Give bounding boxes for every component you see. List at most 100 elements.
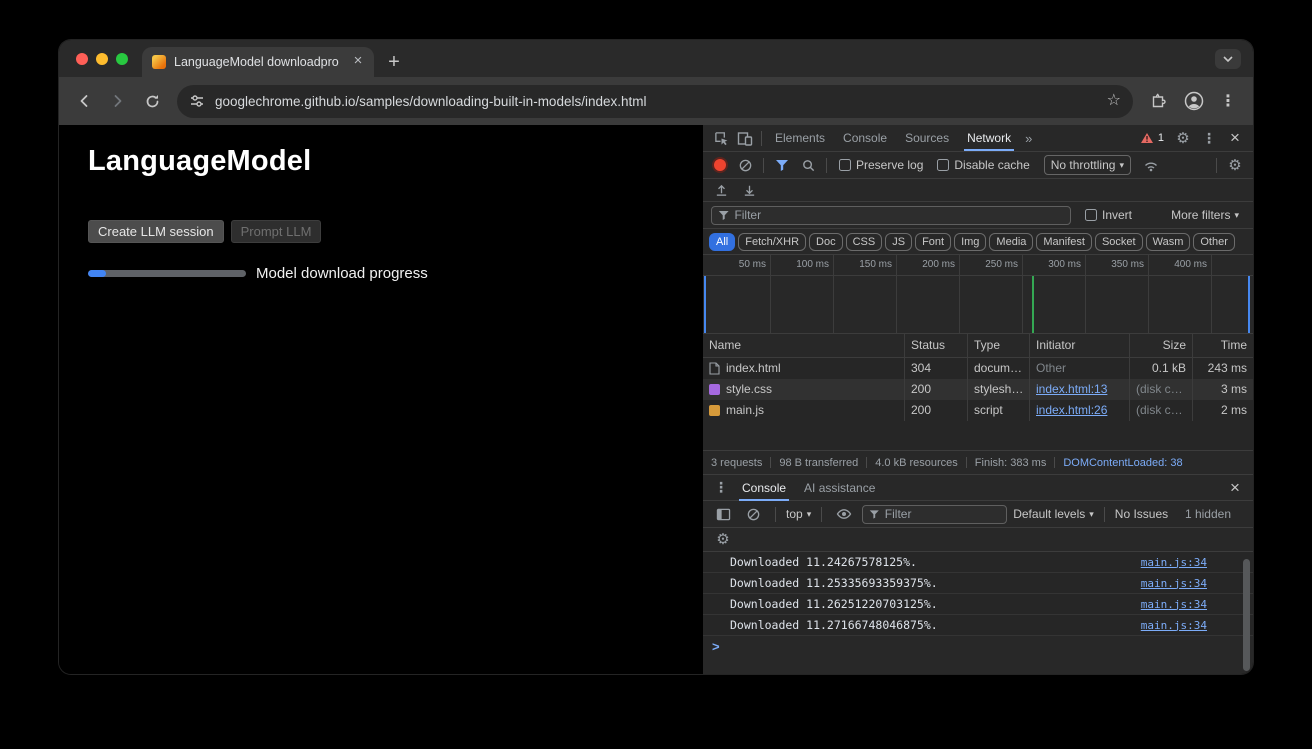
browser-window: LanguageModel downloadpro × + googlechro…: [59, 40, 1253, 674]
hidden-messages-label[interactable]: 1 hidden: [1185, 507, 1231, 521]
network-conditions-button[interactable]: [1139, 154, 1163, 176]
preserve-log-checkbox[interactable]: Preserve log: [839, 158, 923, 172]
column-size[interactable]: Size: [1130, 334, 1193, 357]
source-link[interactable]: main.js:34: [1141, 598, 1207, 611]
chip-font[interactable]: Font: [915, 233, 951, 251]
chip-img[interactable]: Img: [954, 233, 986, 251]
live-expression-button[interactable]: [832, 503, 856, 525]
chip-css[interactable]: CSS: [846, 233, 883, 251]
network-overview-timeline[interactable]: 50 ms 100 ms 150 ms 200 ms 250 ms 300 ms…: [703, 255, 1253, 334]
request-type: stylesh…: [968, 379, 1030, 400]
kebab-menu-icon: ⋮: [714, 479, 728, 496]
create-llm-session-button[interactable]: Create LLM session: [88, 220, 224, 243]
table-row[interactable]: main.js 200 script index.html:26 (disk c…: [703, 400, 1253, 421]
column-status[interactable]: Status: [905, 334, 968, 357]
url-text[interactable]: googlechrome.github.io/samples/downloadi…: [215, 94, 1097, 109]
network-settings-button[interactable]: ⚙: [1223, 154, 1247, 176]
issues-counter[interactable]: No Issues: [1115, 507, 1168, 521]
network-filter-box[interactable]: [711, 206, 1071, 225]
devtools-settings-button[interactable]: ⚙: [1171, 127, 1195, 149]
initiator-link[interactable]: index.html:26: [1036, 403, 1107, 417]
console-prompt[interactable]: >: [703, 636, 1253, 656]
chip-media[interactable]: Media: [989, 233, 1033, 251]
error-badge[interactable]: 1: [1135, 132, 1169, 144]
tab-elements[interactable]: Elements: [766, 125, 834, 151]
invert-checkbox[interactable]: Invert: [1085, 208, 1132, 222]
more-filters-dropdown[interactable]: More filters ▾: [1171, 208, 1239, 222]
inspect-element-button[interactable]: [709, 127, 733, 149]
network-filter-input[interactable]: [734, 208, 1064, 222]
filter-toggle-button[interactable]: [770, 154, 794, 176]
console-sidebar-toggle-button[interactable]: [711, 503, 735, 525]
column-time[interactable]: Time: [1193, 334, 1253, 357]
new-tab-button[interactable]: +: [380, 49, 408, 75]
request-status: 200: [905, 379, 968, 400]
zoom-window-button[interactable]: [116, 53, 128, 65]
drawer-menu-button[interactable]: ⋮: [709, 477, 733, 499]
bookmark-star-icon[interactable]: ☆: [1107, 93, 1121, 109]
column-type[interactable]: Type: [968, 334, 1030, 357]
record-network-log-button[interactable]: [714, 159, 726, 171]
log-levels-select[interactable]: Default levels ▾: [1013, 507, 1094, 521]
devtools-close-button[interactable]: ×: [1223, 127, 1247, 149]
column-name[interactable]: Name: [703, 334, 905, 357]
timeline-gridline: [1085, 255, 1086, 333]
timeline-tick: 100 ms: [783, 259, 829, 270]
search-network-button[interactable]: [796, 154, 820, 176]
extensions-button[interactable]: [1145, 86, 1175, 116]
chip-manifest[interactable]: Manifest: [1036, 233, 1092, 251]
address-bar[interactable]: googlechrome.github.io/samples/downloadi…: [177, 85, 1133, 118]
tab-console[interactable]: Console: [834, 125, 896, 151]
initiator-link[interactable]: index.html:13: [1036, 382, 1107, 396]
clear-console-button[interactable]: [741, 503, 765, 525]
source-link[interactable]: main.js:34: [1141, 619, 1207, 632]
minimize-window-button[interactable]: [96, 53, 108, 65]
chip-js[interactable]: JS: [885, 233, 912, 251]
error-count: 1: [1158, 132, 1164, 144]
chip-fetch-xhr[interactable]: Fetch/XHR: [738, 233, 806, 251]
console-settings-button[interactable]: ⚙: [711, 529, 735, 551]
column-initiator[interactable]: Initiator: [1030, 334, 1130, 357]
export-har-button[interactable]: [737, 179, 761, 201]
table-row[interactable]: index.html 304 docum… Other 0.1 kB 243 m…: [703, 358, 1253, 379]
source-link[interactable]: main.js:34: [1141, 556, 1207, 569]
more-panels-icon[interactable]: »: [1020, 131, 1037, 146]
console-scrollbar[interactable]: [1243, 559, 1250, 671]
sidebar-icon: [716, 508, 731, 521]
back-button[interactable]: [69, 86, 99, 116]
prompt-llm-button[interactable]: Prompt LLM: [231, 220, 322, 243]
source-link[interactable]: main.js:34: [1141, 577, 1207, 590]
import-har-button[interactable]: [709, 179, 733, 201]
chip-all[interactable]: All: [709, 233, 735, 251]
timeline-tick: 50 ms: [720, 259, 766, 270]
tab-close-icon[interactable]: ×: [350, 54, 366, 70]
chip-other[interactable]: Other: [1193, 233, 1235, 251]
browser-tab[interactable]: LanguageModel downloadpro ×: [142, 47, 374, 77]
tab-sources[interactable]: Sources: [896, 125, 958, 151]
table-row[interactable]: style.css 200 stylesh… index.html:13 (di…: [703, 379, 1253, 400]
disable-cache-checkbox[interactable]: Disable cache: [937, 158, 1029, 172]
devtools-menu-button[interactable]: ⋮: [1197, 127, 1221, 149]
chip-socket[interactable]: Socket: [1095, 233, 1143, 251]
tab-network[interactable]: Network: [958, 125, 1020, 151]
browser-menu-button[interactable]: ⋮: [1213, 86, 1243, 116]
console-filter-input[interactable]: [885, 507, 1000, 521]
profile-button[interactable]: [1179, 86, 1209, 116]
console-filter-box[interactable]: [862, 505, 1007, 524]
clear-network-log-button[interactable]: [733, 154, 757, 176]
drawer-close-button[interactable]: ×: [1223, 477, 1247, 499]
close-window-button[interactable]: [76, 53, 88, 65]
throttling-select[interactable]: No throttling ▾: [1044, 155, 1131, 175]
browser-toolbar: googlechrome.github.io/samples/downloadi…: [59, 77, 1253, 125]
chip-doc[interactable]: Doc: [809, 233, 843, 251]
tab-strip-chevron-button[interactable]: [1215, 49, 1241, 69]
site-settings-icon[interactable]: [189, 93, 205, 109]
device-toolbar-button[interactable]: [733, 127, 757, 149]
execution-context-select[interactable]: top ▾: [786, 507, 811, 521]
drawer-tab-console[interactable]: Console: [733, 475, 795, 501]
forward-button[interactable]: [103, 86, 133, 116]
chip-wasm[interactable]: Wasm: [1146, 233, 1191, 251]
reload-button[interactable]: [137, 86, 167, 116]
avatar: [1183, 90, 1205, 112]
drawer-tab-ai-assistance[interactable]: AI assistance: [795, 475, 884, 501]
